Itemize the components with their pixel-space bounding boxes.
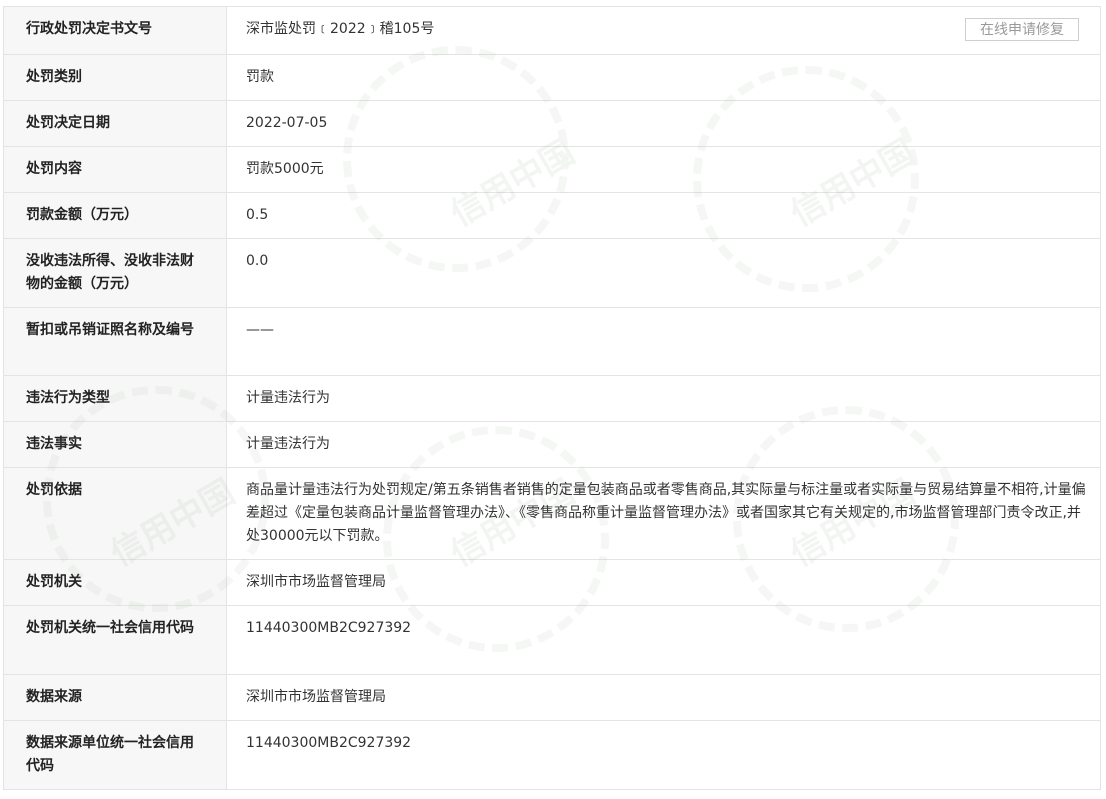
row-value: 2022-07-05 bbox=[226, 100, 1101, 147]
row-label: 处罚决定日期 bbox=[3, 100, 227, 147]
row-value: 11440300MB2C927392 bbox=[226, 605, 1101, 675]
row-label: 处罚内容 bbox=[3, 146, 227, 193]
row-penalty-authority: 处罚机关 深圳市市场监督管理局 bbox=[3, 559, 1101, 606]
decision-number-value: 深市监处罚﹝2022﹞稽105号 bbox=[246, 21, 435, 37]
row-label: 数据来源 bbox=[3, 674, 227, 721]
row-value: —— bbox=[226, 307, 1101, 376]
row-value: 深圳市市场监督管理局 bbox=[226, 559, 1101, 606]
row-label: 罚款金额（万元） bbox=[3, 192, 227, 239]
penalty-detail-panel: 信用中国 信用中国 信用中国 信用中国 信用中国 行政处罚决定书文号 深市监处罚… bbox=[3, 6, 1101, 790]
row-label: 行政处罚决定书文号 bbox=[3, 6, 227, 55]
row-decision-number: 行政处罚决定书文号 深市监处罚﹝2022﹞稽105号 在线申请修复 bbox=[3, 6, 1101, 55]
row-confiscation-amount: 没收违法所得、没收非法财物的金额（万元） 0.0 bbox=[3, 238, 1101, 308]
row-license-suspension: 暂扣或吊销证照名称及编号 —— bbox=[3, 307, 1101, 376]
row-label: 暂扣或吊销证照名称及编号 bbox=[3, 307, 227, 376]
row-authority-credit-code: 处罚机关统一社会信用代码 11440300MB2C927392 bbox=[3, 605, 1101, 675]
row-decision-date: 处罚决定日期 2022-07-05 bbox=[3, 100, 1101, 147]
row-label: 处罚类别 bbox=[3, 54, 227, 101]
row-label: 没收违法所得、没收非法财物的金额（万元） bbox=[3, 238, 227, 308]
row-value: 商品量计量违法行为处罚规定/第五条销售者销售的定量包装商品或者零售商品,其实际量… bbox=[226, 467, 1101, 560]
row-value: 11440300MB2C927392 bbox=[226, 720, 1101, 790]
row-penalty-basis: 处罚依据 商品量计量违法行为处罚规定/第五条销售者销售的定量包装商品或者零售商品… bbox=[3, 467, 1101, 560]
row-penalty-content: 处罚内容 罚款5000元 bbox=[3, 146, 1101, 193]
row-data-source: 数据来源 深圳市市场监督管理局 bbox=[3, 674, 1101, 721]
row-violation-facts: 违法事实 计量违法行为 bbox=[3, 421, 1101, 468]
row-fine-amount: 罚款金额（万元） 0.5 bbox=[3, 192, 1101, 239]
row-violation-type: 违法行为类型 计量违法行为 bbox=[3, 375, 1101, 422]
row-source-credit-code: 数据来源单位统一社会信用代码 11440300MB2C927392 bbox=[3, 720, 1101, 790]
row-label: 处罚机关 bbox=[3, 559, 227, 606]
row-value: 0.0 bbox=[226, 238, 1101, 308]
row-value: 计量违法行为 bbox=[226, 375, 1101, 422]
row-label: 处罚依据 bbox=[3, 467, 227, 560]
row-value: 0.5 bbox=[226, 192, 1101, 239]
row-value: 罚款5000元 bbox=[226, 146, 1101, 193]
row-value: 计量违法行为 bbox=[226, 421, 1101, 468]
row-label: 违法事实 bbox=[3, 421, 227, 468]
row-value: 罚款 bbox=[226, 54, 1101, 101]
penalty-info-table: 行政处罚决定书文号 深市监处罚﹝2022﹞稽105号 在线申请修复 处罚类别 罚… bbox=[3, 6, 1101, 790]
row-value-cell: 深市监处罚﹝2022﹞稽105号 在线申请修复 bbox=[226, 6, 1101, 55]
repair-request-button[interactable]: 在线申请修复 bbox=[965, 18, 1079, 41]
row-label: 数据来源单位统一社会信用代码 bbox=[3, 720, 227, 790]
row-value: 深圳市市场监督管理局 bbox=[226, 674, 1101, 721]
row-label: 违法行为类型 bbox=[3, 375, 227, 422]
row-label: 处罚机关统一社会信用代码 bbox=[3, 605, 227, 675]
row-penalty-category: 处罚类别 罚款 bbox=[3, 54, 1101, 101]
